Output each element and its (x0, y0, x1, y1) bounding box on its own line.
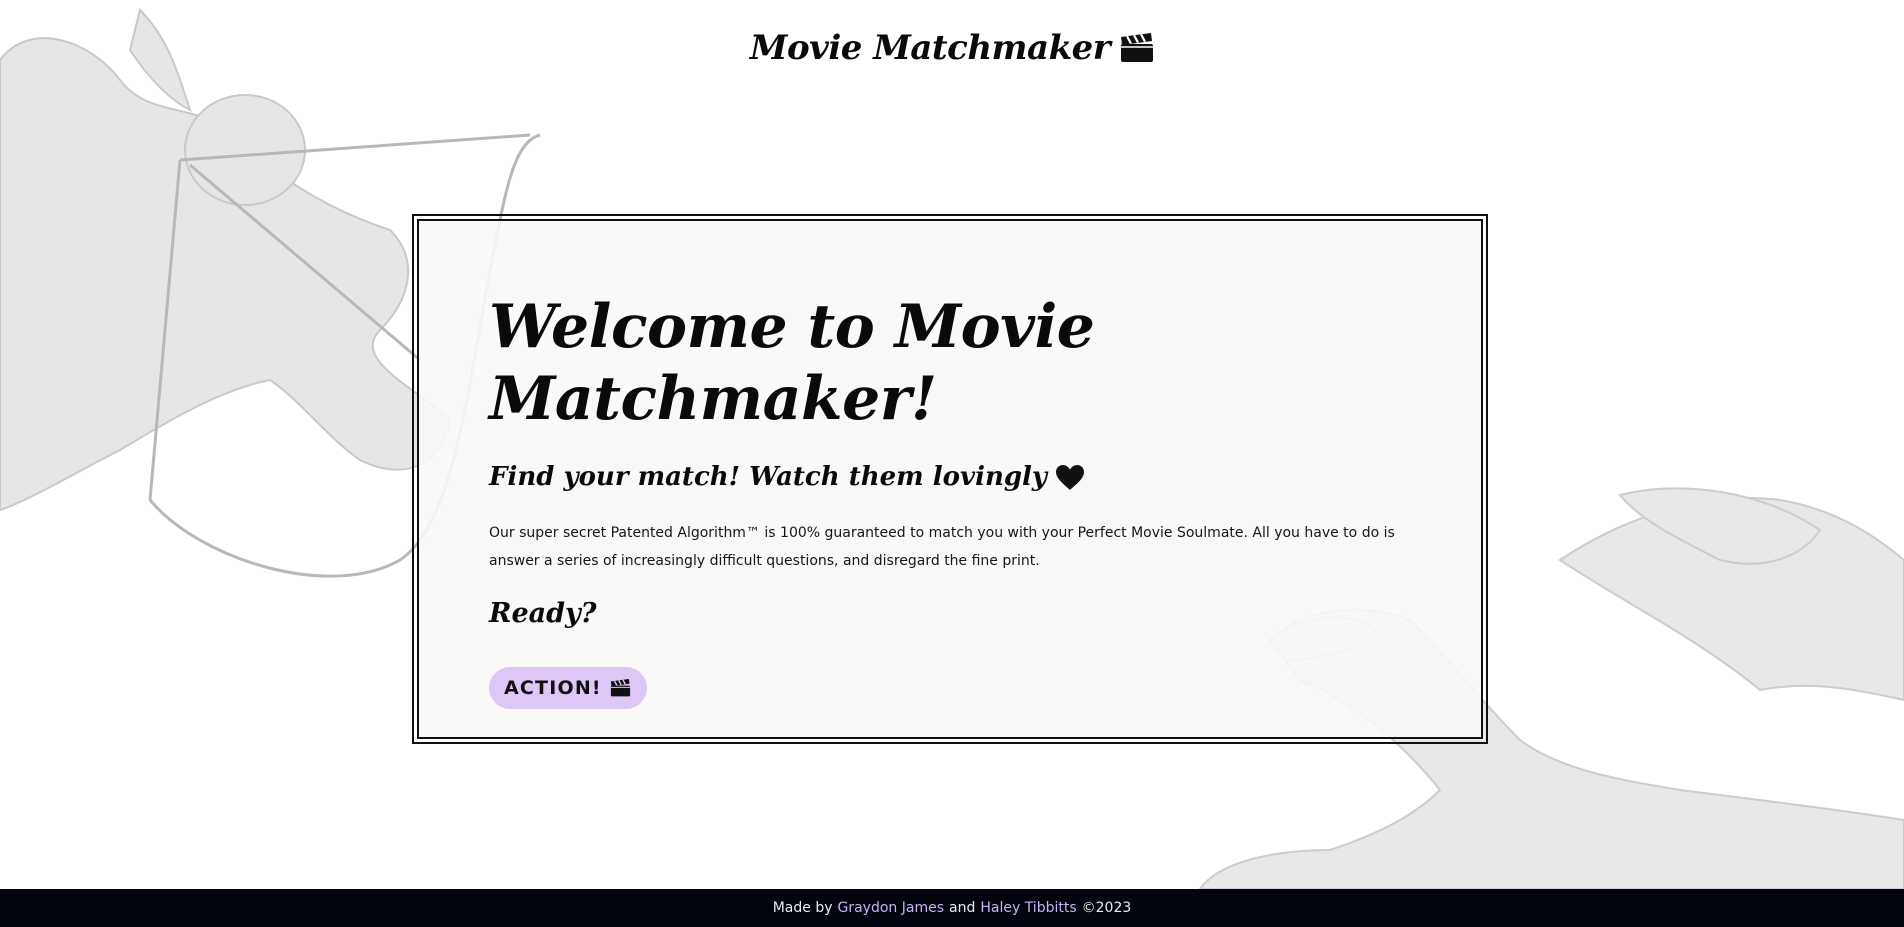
welcome-card-content: Welcome to Movie Matchmaker! Find your m… (489, 291, 1429, 709)
ready-heading: Ready? (489, 598, 597, 629)
footer-made-by: Made by (772, 900, 833, 916)
heart-icon (1056, 464, 1085, 490)
action-button-label: ACTION! (504, 677, 602, 699)
site-footer: Made by Graydon James and Haley Tibbitts… (0, 889, 1904, 927)
author-link-graydon[interactable]: Graydon James (838, 900, 945, 916)
intro-description: Our super secret Patented Algorithm™ is … (489, 525, 1395, 569)
welcome-heading: Welcome to Movie Matchmaker! (489, 292, 1095, 434)
tagline-text: Find your match! Watch them lovingly (489, 462, 1048, 492)
footer-copyright: ©2023 (1081, 900, 1132, 916)
author-link-haley[interactable]: Haley Tibbitts (980, 900, 1076, 916)
welcome-card: Welcome to Movie Matchmaker! Find your m… (412, 214, 1488, 744)
clapperboard-icon (1121, 33, 1154, 62)
site-title[interactable]: Movie Matchmaker (750, 28, 1154, 68)
action-button[interactable]: ACTION! (489, 667, 647, 709)
tagline: Find your match! Watch them lovingly (489, 461, 1429, 493)
footer-and: and (949, 900, 976, 916)
clapperboard-icon (610, 679, 630, 697)
site-title-text: Movie Matchmaker (749, 28, 1111, 68)
site-header: Movie Matchmaker (0, 28, 1904, 68)
welcome-card-inner: Welcome to Movie Matchmaker! Find your m… (417, 219, 1483, 739)
